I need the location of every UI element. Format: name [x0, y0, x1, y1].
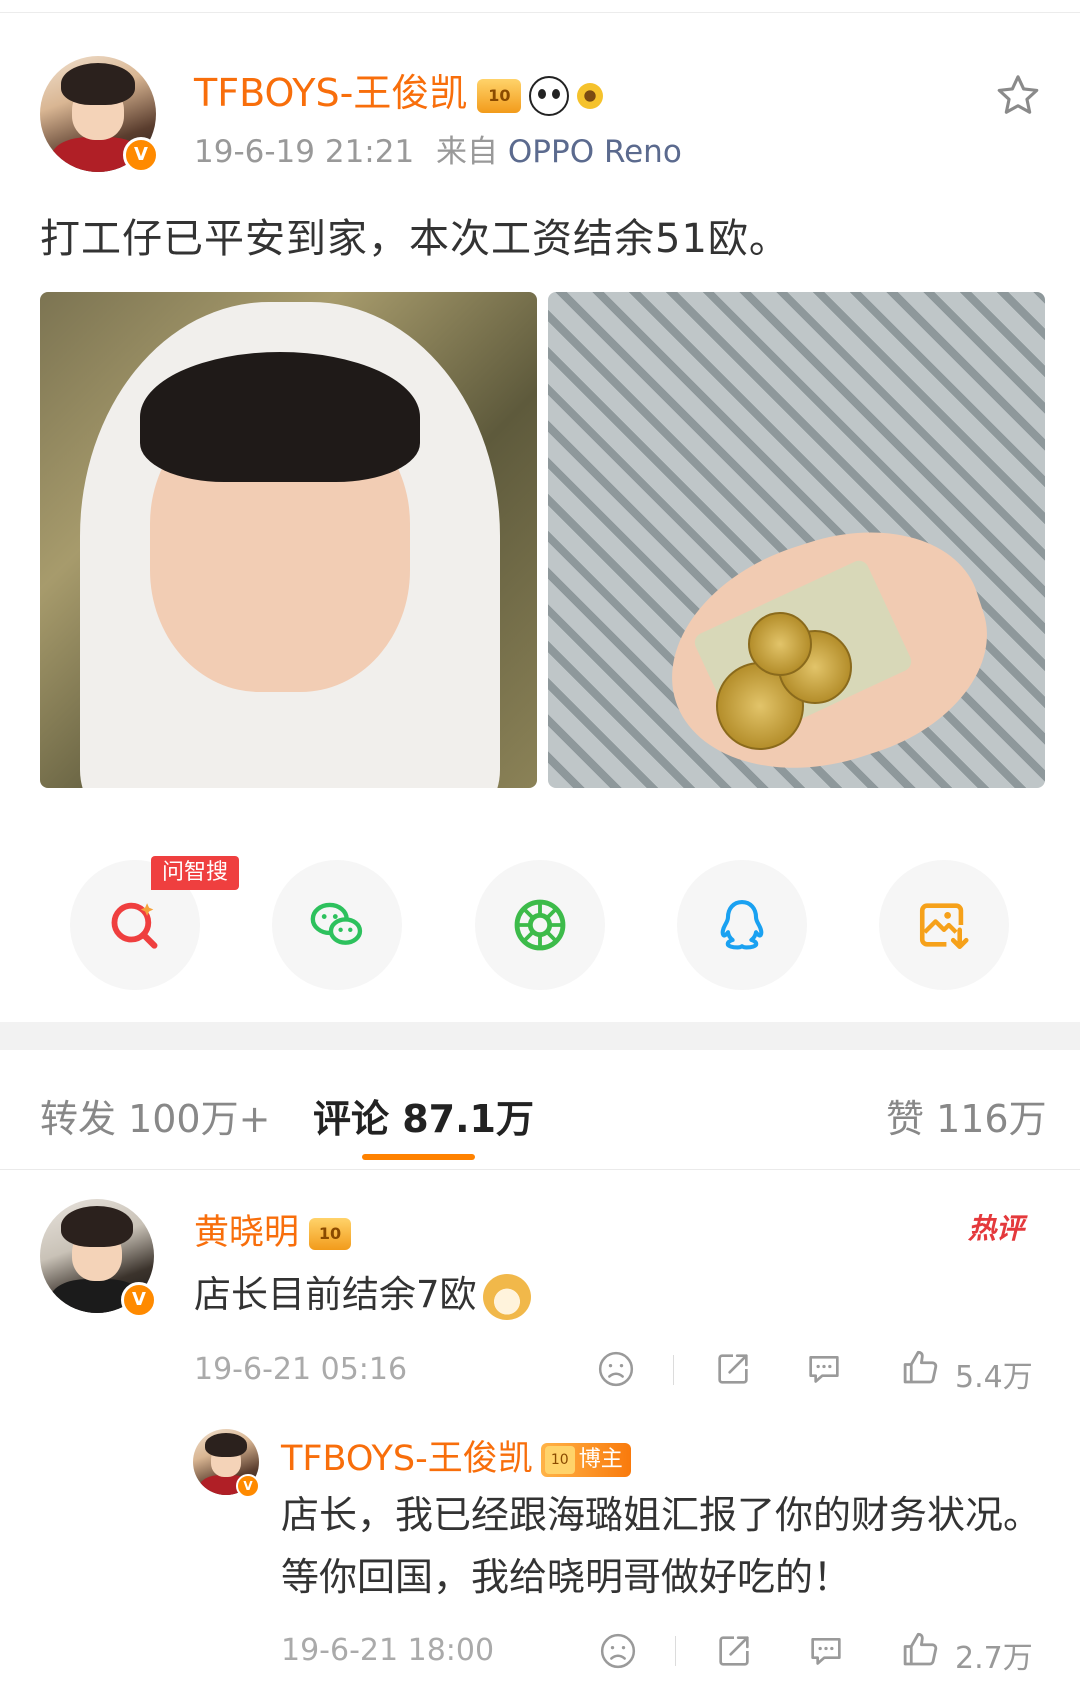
action-separator: [675, 1636, 676, 1666]
post-photo-coins[interactable]: [548, 292, 1045, 788]
post-timestamp: 19-6-19 21:21: [194, 134, 415, 170]
star-icon[interactable]: [993, 71, 1043, 121]
reply-author-name-text[interactable]: TFBOYS-王俊凯: [281, 1439, 533, 1479]
comment-author-name[interactable]: 黄晓明 10: [194, 1204, 352, 1255]
crown-badge-icon: 10: [309, 1218, 352, 1250]
panda-icon: [529, 75, 570, 116]
post-text: 打工仔已平安到家，本次工资结余51欧。: [40, 216, 790, 262]
post-meta: 19-6-19 21:21 来自 OPPO Reno: [194, 126, 682, 171]
action-separator: [673, 1355, 674, 1385]
tab-divider: [0, 1169, 1080, 1170]
comment-icon[interactable]: [804, 1349, 844, 1389]
dislike-icon[interactable]: [598, 1631, 638, 1671]
like-icon[interactable]: [899, 1629, 941, 1671]
comment-icon[interactable]: [806, 1631, 846, 1671]
share-moments-button[interactable]: [475, 860, 605, 990]
comment-time: 19-6-21 05:16: [194, 1352, 408, 1387]
active-tab-indicator: [362, 1154, 475, 1160]
top-divider: [0, 12, 1080, 13]
share-icon[interactable]: [713, 1349, 753, 1389]
moments-icon: [514, 899, 566, 951]
reply-author-name[interactable]: TFBOYS-王俊凯 10 博主: [281, 1430, 631, 1481]
comment-author-name-text[interactable]: 黄晓明: [194, 1213, 299, 1253]
comment-text: 店长目前结余7欧: [194, 1264, 531, 1320]
verified-badge-icon: V: [121, 1282, 157, 1318]
author-badge: 10 博主: [540, 1443, 631, 1477]
post-author-name[interactable]: TFBOYS-王俊凯 10: [194, 62, 604, 117]
ai-search-tag: 问智搜: [151, 856, 239, 890]
section-gap: [0, 1022, 1080, 1050]
share-icon[interactable]: [714, 1631, 754, 1671]
ai-search-icon: [111, 902, 158, 949]
qq-icon: [720, 899, 764, 950]
share-qq-button[interactable]: [677, 860, 807, 990]
reply-time: 19-6-21 18:00: [281, 1633, 495, 1668]
hot-comment-badge: 热评: [968, 1212, 1025, 1245]
doge-emoji-icon: [482, 1273, 531, 1320]
save-image-icon: [919, 903, 969, 950]
sunflower-icon: [577, 82, 604, 109]
tab-likes[interactable]: 赞 116万: [886, 1088, 1047, 1143]
post-source-prefix: 来自: [436, 134, 499, 170]
share-wechat-button[interactable]: [272, 860, 402, 990]
like-count: 5.4万: [955, 1360, 1033, 1395]
comment-text-content: 店长目前结余7欧: [194, 1273, 477, 1316]
like-icon[interactable]: [899, 1347, 941, 1389]
verified-badge-icon: V: [236, 1474, 260, 1498]
verified-badge-icon: V: [123, 137, 159, 173]
post-author-name-text[interactable]: TFBOYS-王俊凯: [194, 71, 467, 115]
tab-comments[interactable]: 评论 87.1万: [313, 1088, 534, 1143]
reply-text: 店长，我已经跟海璐姐汇报了你的财务状况。等你回国，我给晓明哥做好吃的！: [281, 1493, 1042, 1599]
post-photo-selfie[interactable]: [40, 292, 537, 788]
save-image-button[interactable]: [879, 860, 1009, 990]
crown-badge-icon: 10: [477, 78, 522, 113]
tab-repost[interactable]: 转发 100万+: [40, 1088, 270, 1143]
like-count: 2.7万: [955, 1641, 1033, 1676]
wechat-icon: [310, 902, 363, 945]
crown-badge-icon: 10: [544, 1446, 575, 1474]
author-badge-label: 博主: [578, 1447, 623, 1472]
dislike-icon[interactable]: [596, 1349, 636, 1389]
post-source-device[interactable]: OPPO Reno: [508, 134, 682, 170]
